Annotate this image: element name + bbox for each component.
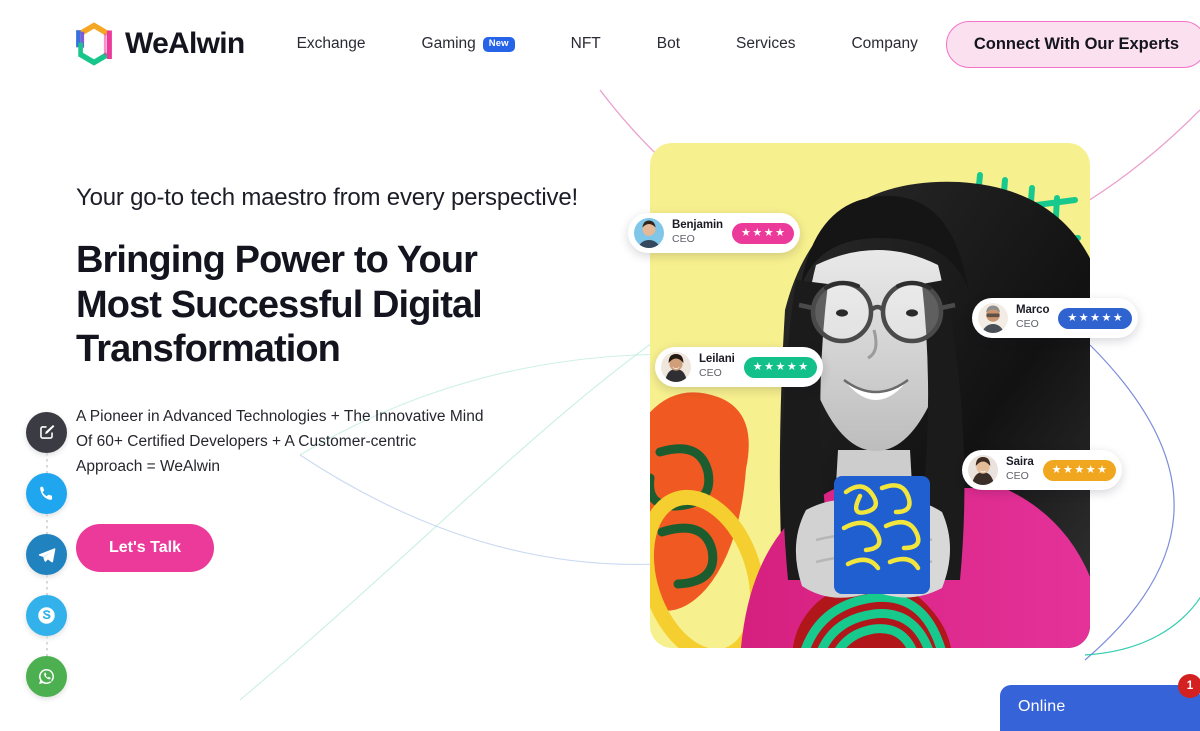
testimonial-role: CEO [699,367,722,380]
new-badge: New [482,36,515,52]
hero-headline: Bringing Power to Your Most Successful D… [76,239,483,371]
nav-item-bot[interactable]: Bot [629,35,708,53]
whatsapp-button[interactable] [26,656,67,697]
testimonial-meta: Leilani CEO [699,353,735,381]
rail-divider [45,636,48,656]
testimonial-role: CEO [1006,470,1029,483]
brand-logo[interactable]: WeAlwin [72,20,245,68]
call-button[interactable] [26,473,67,514]
nav-label: Bot [656,35,681,52]
hexagon-logo-icon [76,22,112,66]
telegram-button[interactable] [26,534,67,575]
avatar-saira-icon [968,455,998,485]
nav-item-nft[interactable]: NFT [543,35,629,53]
whatsapp-icon [39,668,54,685]
rating-stars: ★ ★ ★ ★ [731,222,794,244]
rail-divider [45,453,48,473]
avatar-leilani-icon [661,352,691,382]
chat-unread-badge: 1 [1178,674,1200,698]
nav-item-company[interactable]: Company [823,35,945,53]
testimonial-card[interactable]: Leilani CEO ★ ★ ★ ★ ★ [655,347,824,387]
avatar-marco-icon [978,303,1008,333]
phone-icon [40,486,53,500]
lets-talk-button[interactable]: Let's Talk [76,523,214,572]
nav-label: NFT [570,35,601,52]
testimonial-name: Marco [1016,304,1050,317]
testimonial-card[interactable]: Benjamin CEO ★ ★ ★ ★ [628,213,800,253]
testimonial-role: CEO [1016,318,1039,331]
testimonial-name: Leilani [699,353,735,366]
rail-divider [45,514,48,534]
rating-stars: ★ ★ ★ ★ ★ [1058,307,1132,329]
rail-divider [45,575,48,595]
hero-subcopy: A Pioneer in Advanced Technologies + The… [76,407,484,475]
rating-stars: ★ ★ ★ ★ ★ [1042,459,1117,481]
chat-status-label: Online [1018,698,1066,715]
main-navigation: Exchange Gaming New NFT Bot Services Com… [297,35,946,53]
testimonial-name: Saira [1006,456,1034,469]
social-contact-rail [26,412,67,697]
nav-label: Services [736,35,796,52]
skype-icon [38,607,55,624]
testimonial-card[interactable]: Saira CEO ★ ★ ★ ★ ★ [962,450,1123,490]
nav-label: Exchange [296,35,366,52]
testimonial-role: CEO [672,233,695,246]
connect-with-experts-button[interactable]: Connect With Our Experts [945,20,1200,68]
avatar [978,303,1008,333]
nav-item-gaming[interactable]: Gaming New [394,35,543,53]
write-to-us-button[interactable] [26,412,67,453]
testimonial-meta: Marco CEO [1016,304,1049,332]
nav-item-services[interactable]: Services [708,35,823,53]
testimonial-meta: Saira CEO [1006,456,1034,484]
avatar [968,455,998,485]
testimonial-name: Benjamin [672,219,723,232]
nav-label: Company [851,35,918,52]
avatar-benjamin-icon [634,218,664,248]
avatar [634,218,664,248]
testimonial-meta: Benjamin CEO [672,219,723,247]
hero-copy-block: Your go-to tech maestro from every persp… [76,182,596,572]
hero-kicker: Your go-to tech maestro from every persp… [76,184,578,211]
edit-icon [40,424,55,439]
telegram-icon [38,547,55,562]
brand-name: WeAlwin [125,27,245,60]
chat-online-widget[interactable]: Online 1 [1000,674,1200,731]
avatar [661,352,691,382]
landing-page-hero: WeAlwin Exchange Gaming New NFT Bot Serv… [0,0,1200,731]
nav-item-exchange[interactable]: Exchange [297,35,394,53]
skype-button[interactable] [26,595,67,636]
rating-stars: ★ ★ ★ ★ ★ [743,356,818,378]
testimonial-card[interactable]: Marco CEO ★ ★ ★ ★ ★ [972,298,1138,338]
site-header: WeAlwin Exchange Gaming New NFT Bot Serv… [0,0,1200,88]
nav-label: Gaming [421,35,476,52]
hero-collage: Benjamin CEO ★ ★ ★ ★ Leilani CEO ★ ★ ★ ★… [620,80,1138,660]
